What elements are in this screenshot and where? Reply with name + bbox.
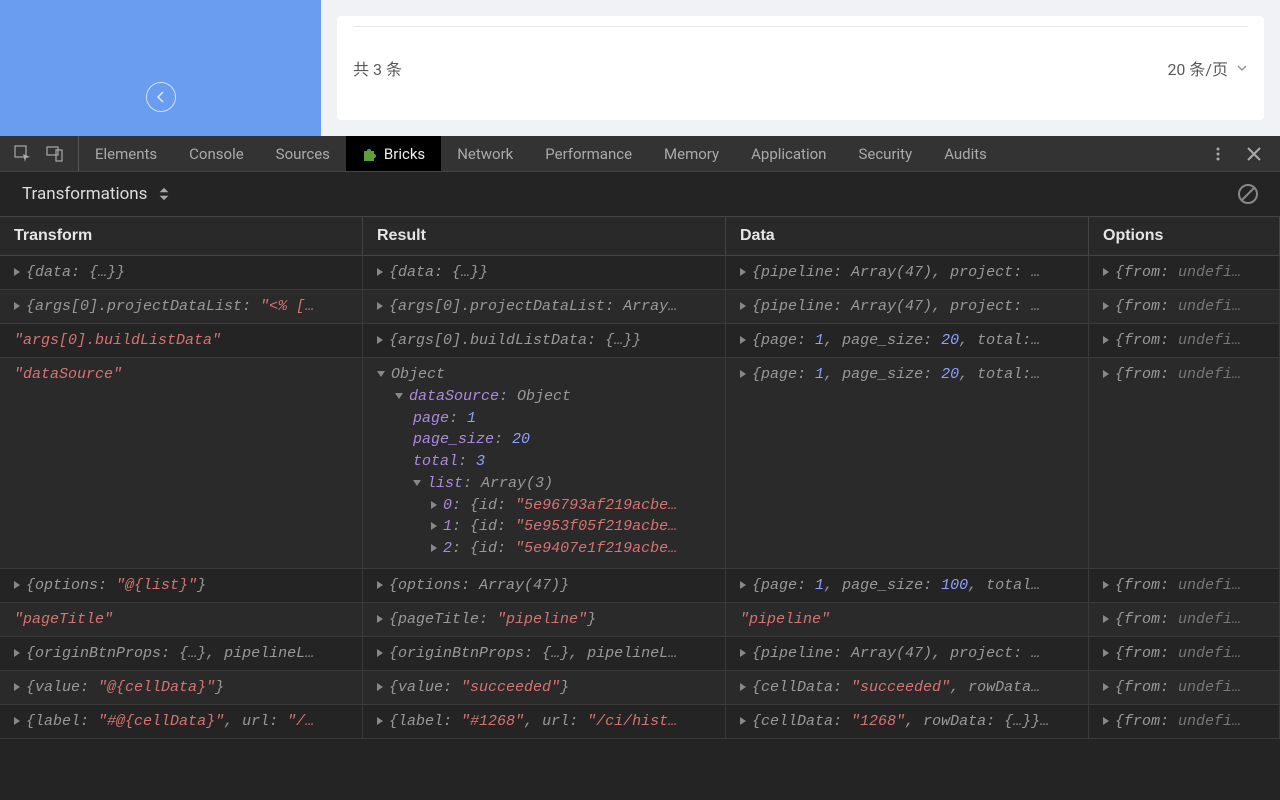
sidebar-collapse-button[interactable] — [146, 82, 176, 112]
kebab-icon[interactable] — [1210, 146, 1226, 162]
col-data[interactable]: Data — [726, 217, 1089, 255]
tab-application[interactable]: Application — [735, 136, 842, 171]
sidebar — [0, 0, 321, 136]
table-row[interactable]: {value: "@{cellData}"} {value: "succeede… — [0, 671, 1280, 705]
tab-console[interactable]: Console — [173, 136, 260, 171]
table-row[interactable]: {data: {…}} {data: {…}} {pipeline: Array… — [0, 256, 1280, 290]
devtools-tabbar: Elements Console Sources Bricks Network … — [0, 136, 1280, 172]
chevron-down-icon — [1236, 62, 1248, 74]
tab-audits[interactable]: Audits — [928, 136, 1003, 171]
col-result[interactable]: Result — [363, 217, 726, 255]
clear-icon[interactable] — [1238, 184, 1258, 204]
content-card: 共 3 条 20 条/页 — [337, 16, 1264, 120]
devtools-panel: Elements Console Sources Bricks Network … — [0, 136, 1280, 800]
sort-icon[interactable] — [157, 187, 171, 201]
transformations-table: Transform Result Data Options {data: {…}… — [0, 216, 1280, 800]
table-row[interactable]: {originBtnProps: {…}, pipelineL… {origin… — [0, 637, 1280, 671]
tab-performance[interactable]: Performance — [529, 136, 648, 171]
close-icon[interactable] — [1246, 146, 1262, 162]
inspect-icon[interactable] — [14, 145, 32, 163]
table-row[interactable]: "args[0].buildListData" {args[0].buildLi… — [0, 324, 1280, 358]
col-options[interactable]: Options — [1089, 217, 1280, 255]
col-transform[interactable]: Transform — [0, 217, 363, 255]
table-row[interactable]: "dataSource" Object dataSource: Object p… — [0, 358, 1280, 569]
panel-title[interactable]: Transformations — [22, 184, 147, 204]
puzzle-icon — [362, 146, 378, 162]
panel-subheader: Transformations — [0, 172, 1280, 216]
table-row[interactable]: "pageTitle" {pageTitle: "pipeline"} "pip… — [0, 603, 1280, 637]
tab-elements[interactable]: Elements — [79, 136, 173, 171]
page-size-select[interactable]: 20 条/页 — [1167, 56, 1248, 80]
tab-bricks[interactable]: Bricks — [346, 136, 441, 171]
table-row[interactable]: {args[0].projectDataList: "<% [… {args[0… — [0, 290, 1280, 324]
divider — [353, 26, 1248, 27]
chevron-left-icon — [155, 91, 167, 103]
table-row[interactable]: {options: "@{list}"} {options: Array(47)… — [0, 569, 1280, 603]
device-icon[interactable] — [46, 145, 64, 163]
tab-network[interactable]: Network — [441, 136, 529, 171]
tab-memory[interactable]: Memory — [648, 136, 735, 171]
content-area: 共 3 条 20 条/页 — [321, 0, 1280, 136]
table-row[interactable]: {label: "#@{cellData}", url: "/… {label:… — [0, 705, 1280, 739]
tab-security[interactable]: Security — [842, 136, 928, 171]
total-count: 共 3 条 — [353, 56, 402, 80]
tab-sources[interactable]: Sources — [260, 136, 346, 171]
